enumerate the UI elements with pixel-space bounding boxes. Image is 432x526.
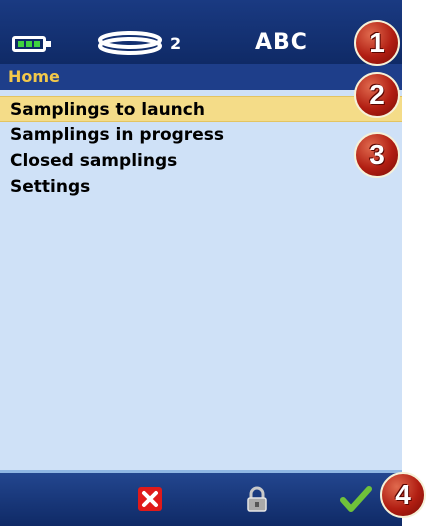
- network-signal-icon: [98, 31, 162, 55]
- menu-item-samplings-in-progress[interactable]: Samplings in progress: [0, 122, 402, 148]
- lock-icon[interactable]: [244, 486, 270, 512]
- signal-count: 2: [170, 34, 182, 53]
- device-screen: 2 ABC Home Samplings to launch Samplings…: [0, 0, 402, 526]
- callout-badge-2: 2: [354, 72, 400, 118]
- menu-item-label: Samplings in progress: [10, 125, 224, 145]
- menu-item-settings[interactable]: Settings: [0, 174, 402, 200]
- menu-item-label: Settings: [10, 177, 91, 197]
- callout-badge-4: 4: [380, 472, 426, 518]
- page-title: Home: [8, 67, 60, 86]
- callout-badge-3: 3: [354, 132, 400, 178]
- status-bar: 2 ABC: [0, 0, 402, 64]
- menu-item-label: Closed samplings: [10, 151, 178, 171]
- battery-icon: [12, 36, 51, 52]
- menu-item-label: Samplings to launch: [10, 100, 205, 120]
- confirm-icon[interactable]: [340, 486, 372, 512]
- menu-item-samplings-to-launch[interactable]: Samplings to launch: [0, 96, 402, 122]
- input-mode-indicator: ABC: [255, 30, 308, 55]
- callout-badge-1: 1: [354, 20, 400, 66]
- title-bar: Home: [0, 64, 402, 90]
- cancel-icon[interactable]: [137, 486, 163, 512]
- menu-item-closed-samplings[interactable]: Closed samplings: [0, 148, 402, 174]
- menu-list: Samplings to launch Samplings in progres…: [0, 90, 402, 470]
